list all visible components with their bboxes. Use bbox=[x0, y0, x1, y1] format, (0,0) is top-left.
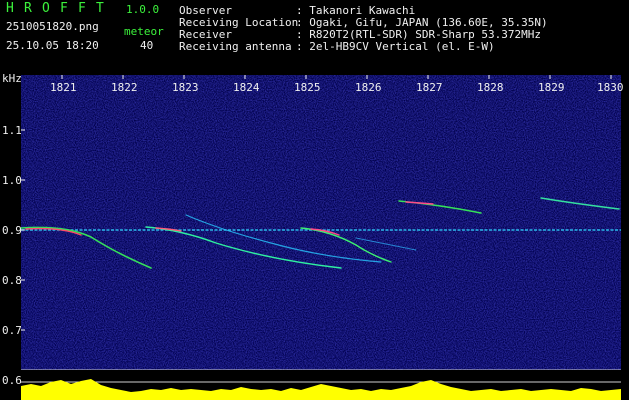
app-letter-t: T bbox=[96, 1, 104, 16]
y-tick-0.9: 0.9 bbox=[2, 224, 22, 237]
meteor-label: meteor bbox=[124, 25, 164, 38]
y-axis-unit: kHz bbox=[2, 72, 22, 85]
x-tick-1824: 1824 bbox=[233, 81, 260, 94]
signal-level-bar bbox=[21, 370, 621, 400]
x-tick-1828: 1828 bbox=[477, 81, 504, 94]
antenna-value: : 2el-HB9CV Vertical (el. E-W) bbox=[296, 40, 495, 53]
app-letter-f1: F bbox=[60, 1, 68, 16]
x-tick-1827: 1827 bbox=[416, 81, 443, 94]
x-tick-1821: 1821 bbox=[50, 81, 77, 94]
hrofft-window: H R O F F T 1.0.0 2510051820.png 25.10.0… bbox=[0, 0, 629, 400]
app-version: 1.0.0 bbox=[126, 3, 160, 16]
x-tick-1825: 1825 bbox=[294, 81, 321, 94]
app-letter-o: O bbox=[42, 1, 50, 16]
meteor-count: 40 bbox=[140, 39, 154, 52]
x-tick-1830: 1830 bbox=[597, 81, 624, 94]
y-tick-1.1: 1.1 bbox=[2, 124, 22, 137]
date-time: 25.10.05 18:20 bbox=[6, 39, 99, 52]
x-tick-1822: 1822 bbox=[111, 81, 138, 94]
y-tick-1.0: 1.0 bbox=[2, 174, 22, 187]
y-tick-0.7: 0.7 bbox=[2, 324, 22, 337]
x-tick-1823: 1823 bbox=[172, 81, 199, 94]
app-letter-h: H bbox=[6, 1, 14, 16]
spectrogram bbox=[21, 75, 621, 375]
x-tick-1826: 1826 bbox=[355, 81, 382, 94]
app-letter-r: R bbox=[24, 1, 32, 16]
antenna-label: Receiving antenna bbox=[179, 40, 292, 53]
file-name: 2510051820.png bbox=[6, 20, 99, 33]
spectrogram-noise bbox=[21, 75, 621, 375]
app-letter-f2: F bbox=[78, 1, 86, 16]
y-tick-0.8: 0.8 bbox=[2, 274, 22, 287]
x-tick-1829: 1829 bbox=[538, 81, 565, 94]
